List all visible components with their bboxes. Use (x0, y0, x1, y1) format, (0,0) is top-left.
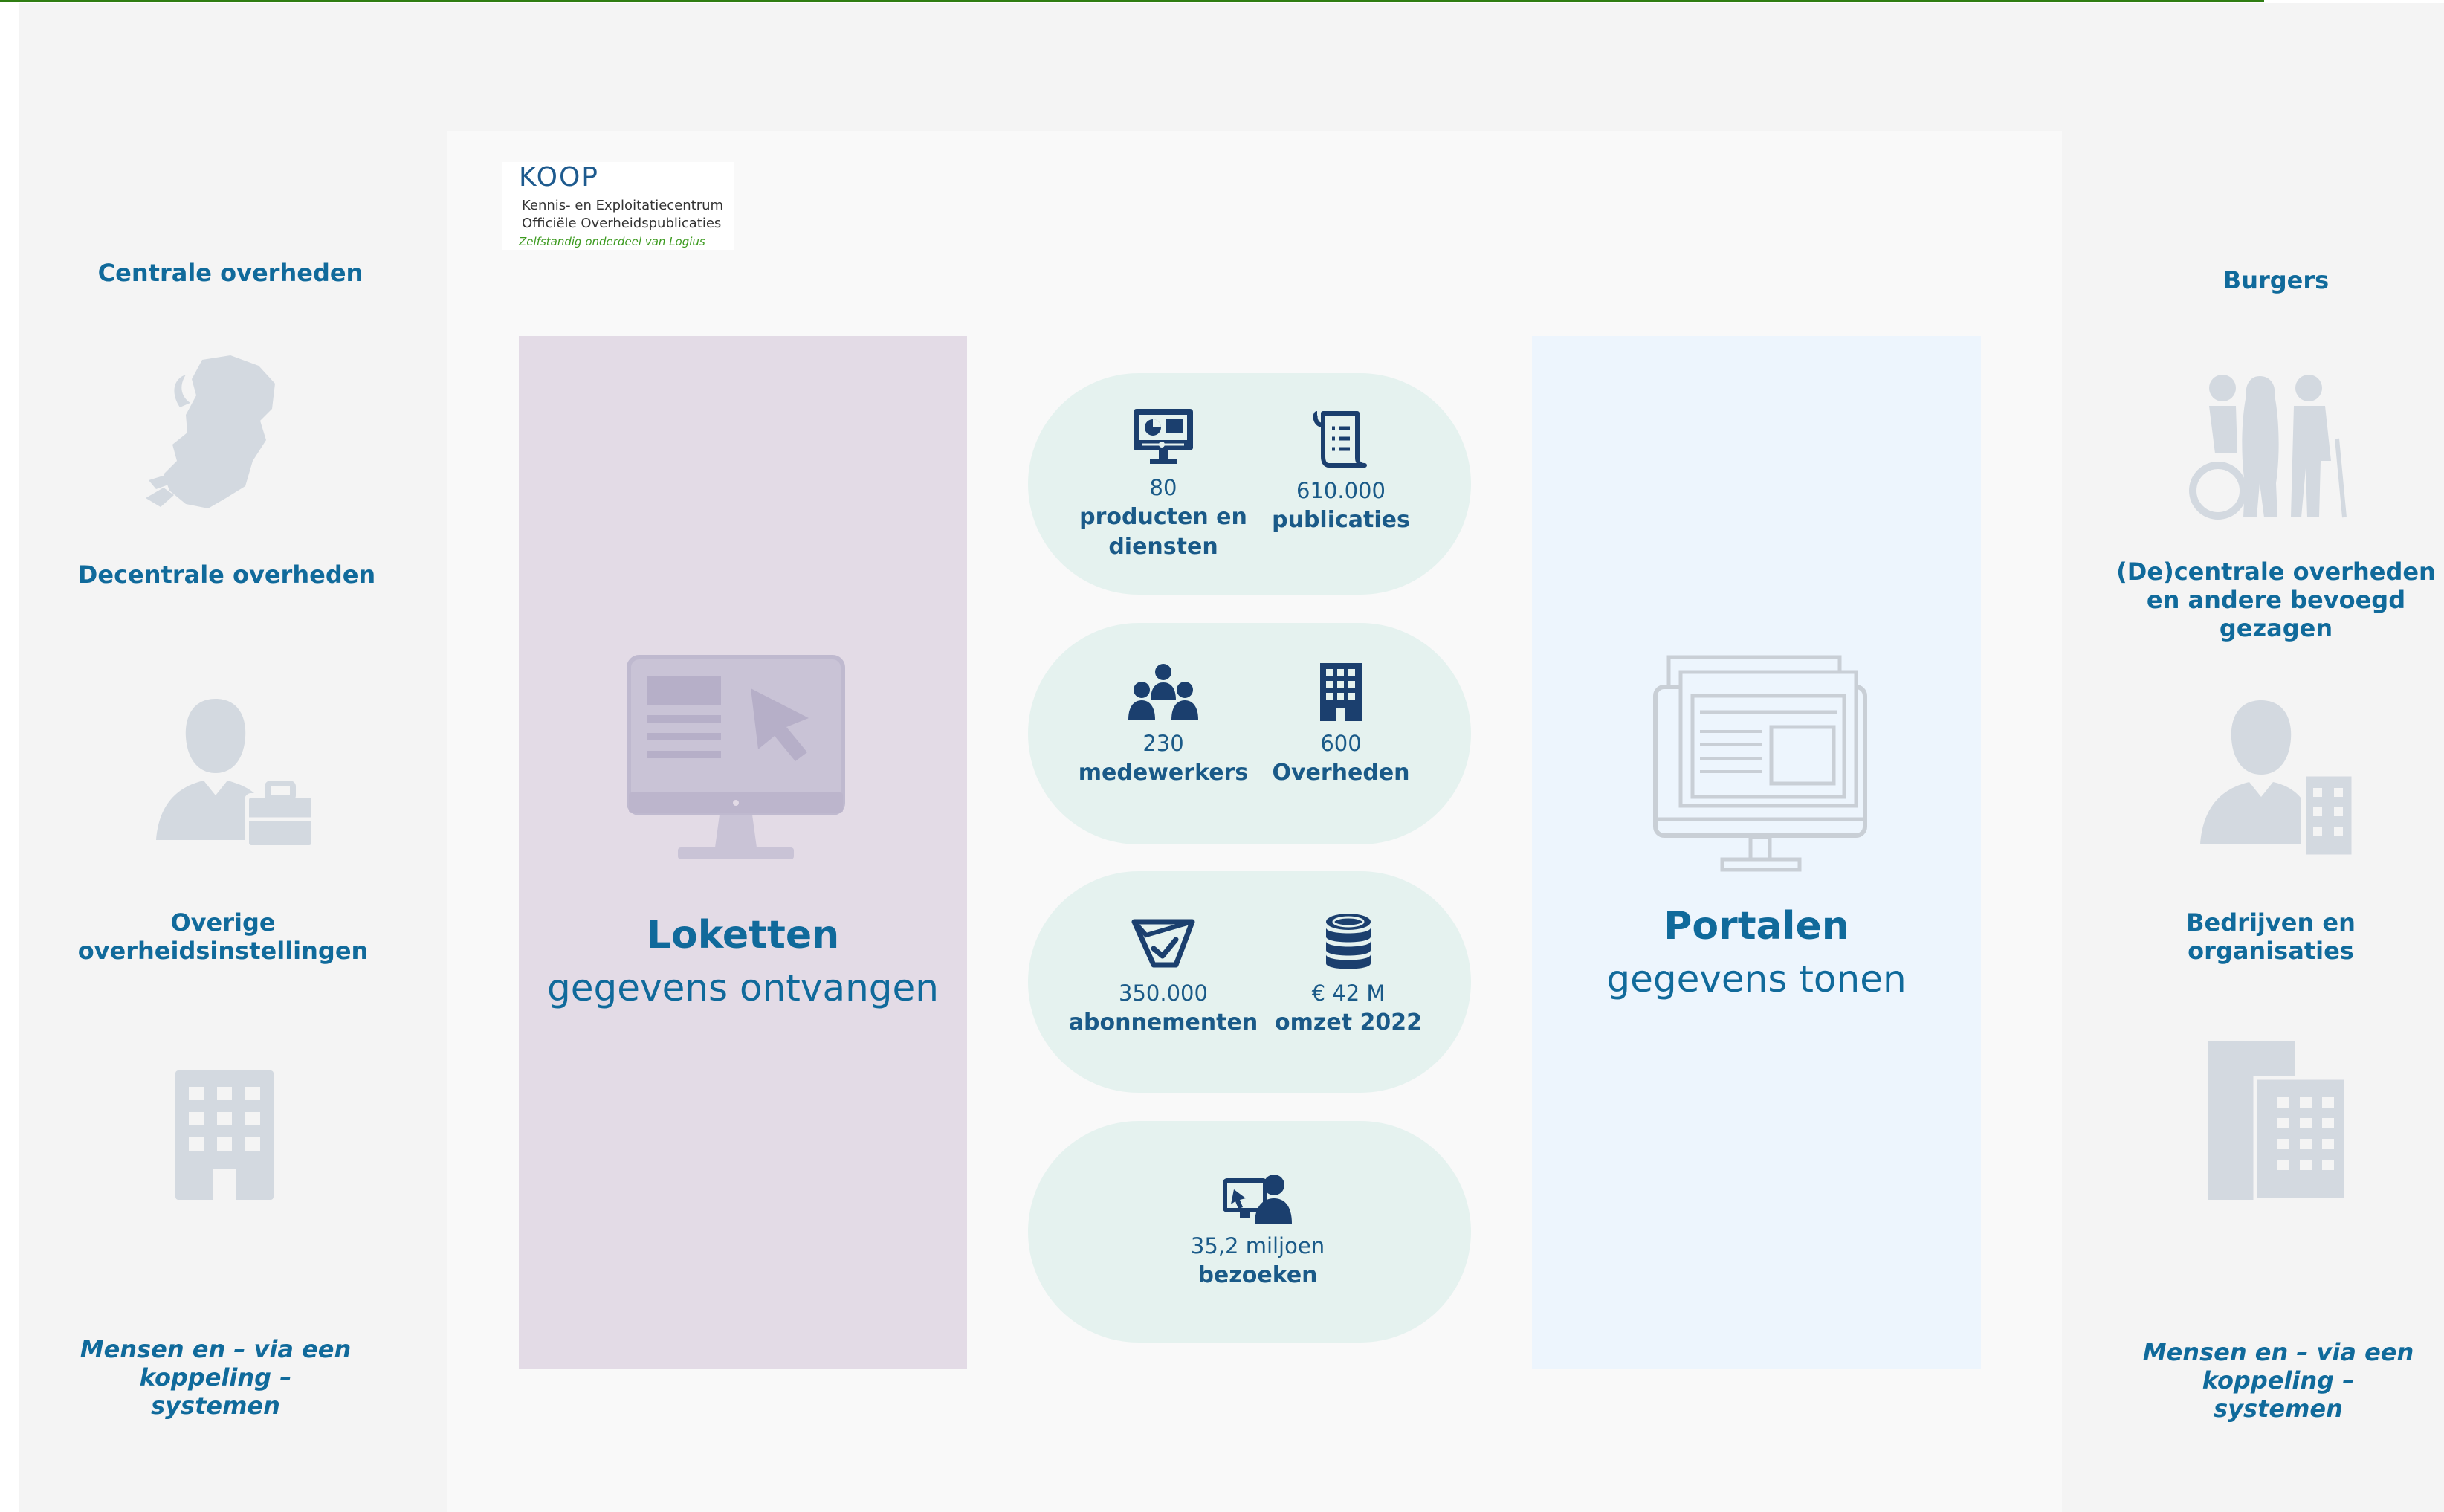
monitor-cursor-icon (627, 655, 845, 859)
stat-abonnementen-number: 350.000 (1119, 980, 1208, 1006)
ticket-check-icon (1131, 919, 1195, 968)
mensen-right-line-2: koppeling – (2202, 1366, 2355, 1395)
label-mensen-systemen-right: Mensen en – via een koppeling – systemen (2111, 1338, 2444, 1423)
label-centrale-overheden: Centrale overheden (45, 259, 416, 287)
loketten-title: Loketten (646, 913, 840, 957)
mensen-left-line-2: koppeling – (139, 1363, 292, 1392)
visitor-screen-icon (1223, 1175, 1292, 1224)
logo-title: KOOP (519, 162, 600, 193)
stat-medewerkers-number: 230 (1142, 731, 1184, 756)
stat-overheden-number: 600 (1320, 731, 1362, 756)
stat-publicaties-number: 610.000 (1296, 478, 1386, 503)
stat-abonnementen-label: abonnementen (1068, 1009, 1258, 1036)
stat-bezoeken-label: bezoeken (1197, 1262, 1318, 1288)
office-building-icon (175, 1070, 274, 1200)
decentrale-text: Decentrale overheden (77, 560, 376, 589)
decentraal-line-2: en andere bevoegd (2146, 586, 2406, 614)
loketten-subtitle: gegevens ontvangen (547, 966, 939, 1009)
scroll-document-icon (1313, 411, 1367, 468)
team-icon (1128, 664, 1198, 720)
top-accent-line (0, 0, 2264, 2)
logo-line-1: Kennis- en Exploitatiecentrum (522, 198, 724, 213)
label-overige-overheidsinstellingen: Overige overheidsinstellingen (45, 908, 401, 965)
bedrijven-line-1: Bedrijven en (2186, 908, 2356, 937)
monitor-browser-icon (1653, 655, 1867, 872)
coin-stack-icon (1326, 914, 1371, 969)
stat-producten-number: 80 (1149, 475, 1177, 500)
stat-publicaties-label: publicaties (1272, 507, 1410, 533)
stat-producten-label-2: diensten (1108, 534, 1218, 560)
stat-abonnementen: 350.000 abonnementen (1067, 913, 1260, 1038)
netherlands-map-icon (146, 355, 275, 508)
portalen-subtitle: gegevens tonen (1606, 957, 1907, 1001)
mensen-left-line-1: Mensen en – via een (80, 1335, 352, 1363)
decentraal-line-3: gezagen (2219, 614, 2333, 642)
city-buildings-icon (2208, 1041, 2346, 1200)
label-burgers: Burgers (2090, 266, 2444, 294)
burgers-text: Burgers (2222, 266, 2330, 294)
person-building-icon (2200, 700, 2356, 856)
stat-producten: 80 producten en diensten (1067, 407, 1260, 562)
decentraal-line-1: (De)centrale overheden (2116, 558, 2436, 586)
citizens-group-icon (2189, 375, 2347, 520)
label-decentrale-overheden: Decentrale overheden (45, 560, 409, 589)
stat-omzet-number: € 42 M (1311, 980, 1386, 1006)
monitor-chart-icon (1134, 409, 1193, 464)
stat-producten-label-1: producten en (1079, 504, 1247, 530)
logo-line-3: Zelfstandig onderdeel van Logius (519, 235, 705, 248)
stat-omzet-label: omzet 2022 (1275, 1009, 1422, 1036)
stat-medewerkers-label: medewerkers (1078, 760, 1249, 786)
building-icon (1320, 663, 1362, 721)
logo-line-2: Officiële Overheidspublicaties (522, 216, 722, 231)
mensen-right-line-1: Mensen en – via een (2142, 1338, 2414, 1366)
portalen-title: Portalen (1664, 904, 1849, 949)
mensen-left-line-3: systemen (151, 1392, 280, 1420)
centrale-text: Centrale overheden (97, 259, 363, 287)
stat-medewerkers: 230 medewerkers (1067, 663, 1260, 788)
stat-overheden: 600 Overheden (1244, 662, 1438, 788)
stat-publicaties: 610.000 publicaties (1244, 409, 1438, 535)
overige-line-1: Overige (170, 908, 276, 937)
label-bedrijven-organisaties: Bedrijven en organisaties (2081, 908, 2444, 965)
portalen-panel: Portalen gegevens tonen (1532, 336, 1981, 1369)
label-mensen-systemen-left: Mensen en – via een koppeling – systemen (45, 1335, 387, 1420)
overige-line-2: overheidsinstellingen (77, 937, 369, 965)
stat-overheden-label: Overheden (1272, 760, 1410, 786)
label-decentrale-bevoegd-gezagen: (De)centrale overheden en andere bevoegd… (2090, 558, 2444, 642)
loketten-panel: Loketten gegevens ontvangen (519, 336, 967, 1369)
koop-logo: KOOP Kennis- en Exploitatiecentrum Offic… (502, 162, 734, 250)
mensen-right-line-3: systemen (2214, 1395, 2343, 1423)
stat-bezoeken-number: 35,2 miljoen (1190, 1233, 1325, 1259)
stat-omzet: € 42 M omzet 2022 (1252, 911, 1445, 1038)
person-briefcase-icon (156, 699, 316, 850)
bedrijven-line-2: organisaties (2188, 937, 2354, 965)
stat-bezoeken: 35,2 miljoen bezoeken (1161, 1173, 1354, 1290)
